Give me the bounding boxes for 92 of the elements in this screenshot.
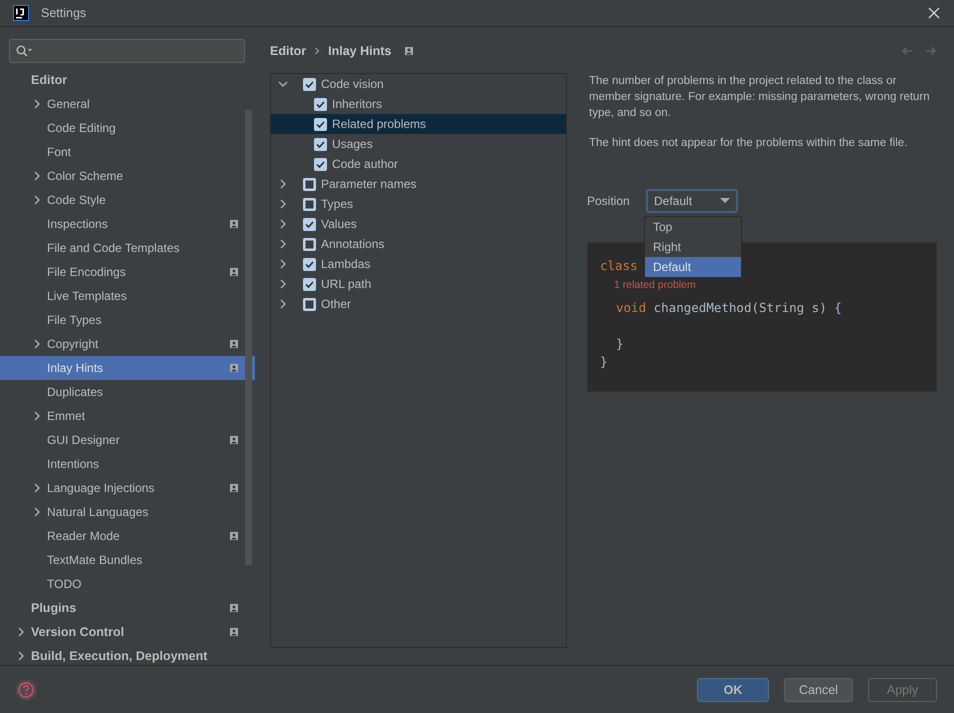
chevron-right-icon <box>33 99 41 109</box>
dialog-button[interactable]: OK <box>697 678 769 702</box>
checkbox[interactable] <box>314 118 327 130</box>
chevron-right-icon <box>33 195 41 205</box>
project-icon <box>230 340 238 348</box>
sidebar-item[interactable]: Emmet <box>0 404 255 428</box>
chevron-right-icon <box>33 507 41 517</box>
sidebar-item[interactable]: TextMate Bundles <box>0 548 255 572</box>
chevron-right-icon <box>314 47 320 55</box>
tree-item[interactable]: Inheritors <box>271 94 566 114</box>
tree-item[interactable]: Parameter names <box>271 174 566 194</box>
position-dropdown[interactable]: Default <box>646 189 738 213</box>
project-icon <box>230 532 238 540</box>
sidebar-item[interactable]: Reader Mode <box>0 524 255 548</box>
project-icon <box>230 436 238 444</box>
sidebar-item[interactable]: Inspections <box>0 212 255 236</box>
dropdown-option[interactable]: Top <box>645 217 741 237</box>
sidebar-item[interactable]: Code Style <box>0 188 255 212</box>
chevron-right-icon <box>17 627 25 637</box>
checkbox[interactable] <box>303 218 316 230</box>
description-text: The number of problems in the project related to the class or member signature. For example: missing parameters, wrong return type, and so on. <box>589 74 931 121</box>
tree-item[interactable]: Lambdas <box>271 254 566 274</box>
chevron-right-icon <box>33 411 41 421</box>
sidebar-item[interactable]: Duplicates <box>0 380 255 404</box>
sidebar-item[interactable]: Editor <box>0 68 255 92</box>
checkbox[interactable] <box>303 298 316 310</box>
tree-item[interactable]: Code author <box>271 154 566 174</box>
project-icon <box>230 484 238 492</box>
sidebar-item[interactable]: File Encodings <box>0 260 255 284</box>
sidebar-item[interactable]: Live Templates <box>0 284 255 308</box>
breadcrumb-item: Editor <box>270 44 306 58</box>
checkbox[interactable] <box>314 138 327 150</box>
sidebar-item[interactable]: Natural Languages <box>0 500 255 524</box>
dropdown-option[interactable]: Right <box>645 237 741 257</box>
window-title: Settings <box>41 6 86 20</box>
sidebar-item[interactable]: Intentions <box>0 452 255 476</box>
dropdown-option[interactable]: Default <box>645 257 741 277</box>
sidebar-item[interactable]: GUI Designer <box>0 428 255 452</box>
tree-item[interactable]: URL path <box>271 274 566 294</box>
app-logo-icon <box>13 5 29 21</box>
tree-item[interactable]: Other <box>271 294 566 314</box>
checkbox[interactable] <box>303 278 316 290</box>
sidebar-item[interactable]: Plugins <box>0 596 255 620</box>
sidebar-item[interactable]: Copyright <box>0 332 255 356</box>
breadcrumb-item: Inlay Hints <box>328 44 392 58</box>
tree-item[interactable]: Annotations <box>271 234 566 254</box>
search-icon <box>16 45 34 57</box>
tree-item[interactable]: Usages <box>271 134 566 154</box>
project-icon <box>230 604 238 612</box>
checkbox[interactable] <box>303 178 316 190</box>
checkbox[interactable] <box>314 158 327 170</box>
sidebar-item[interactable]: TODO <box>0 572 255 596</box>
chevron-right-icon <box>33 483 41 493</box>
project-icon <box>230 364 238 372</box>
sidebar-item[interactable]: Font <box>0 140 255 164</box>
code-line: } <box>616 336 624 351</box>
sidebar-item[interactable]: File Types <box>0 308 255 332</box>
chevron-right-icon <box>33 339 41 349</box>
tree-item[interactable]: Values <box>271 214 566 234</box>
caret-icon <box>720 198 730 204</box>
sidebar-item[interactable]: File and Code Templates <box>0 236 255 260</box>
checkbox[interactable] <box>303 238 316 250</box>
close-icon[interactable] <box>928 7 940 19</box>
checkbox[interactable] <box>303 198 316 210</box>
sidebar-item[interactable]: Version Control <box>0 620 255 644</box>
sidebar-item[interactable]: Language Injections <box>0 476 255 500</box>
description-text: The hint does not appear for the problems within the same file. <box>589 136 908 151</box>
tree-item[interactable]: Types <box>271 194 566 214</box>
tree-item[interactable]: Code vision <box>271 74 566 94</box>
sidebar-item[interactable]: Inlay Hints <box>0 356 255 380</box>
code-line: void changedMethod(String s) { <box>616 300 842 315</box>
checkbox[interactable] <box>303 78 316 90</box>
position-label: Position <box>587 194 631 208</box>
scrollbar[interactable] <box>245 110 252 565</box>
tree-item[interactable]: Related problems <box>271 114 566 134</box>
sidebar-item[interactable]: Color Scheme <box>0 164 255 188</box>
chevron-right-icon <box>17 651 25 661</box>
project-icon <box>230 268 238 276</box>
project-icon <box>230 220 238 228</box>
checkbox[interactable] <box>303 258 316 270</box>
project-icon <box>230 628 238 636</box>
inlay-hint: 1 related problem <box>613 279 696 291</box>
checkbox[interactable] <box>314 98 327 110</box>
chevron-right-icon <box>33 171 41 181</box>
sidebar-item[interactable]: Code Editing <box>0 116 255 140</box>
code-line: class <box>600 258 638 273</box>
sidebar-item[interactable]: General <box>0 92 255 116</box>
dialog-button[interactable]: Cancel <box>784 678 853 702</box>
search-field[interactable] <box>9 39 245 63</box>
help-icon[interactable] <box>15 678 37 700</box>
code-line: } <box>600 354 608 369</box>
sidebar-item[interactable]: Build, Execution, Deployment <box>0 644 255 665</box>
